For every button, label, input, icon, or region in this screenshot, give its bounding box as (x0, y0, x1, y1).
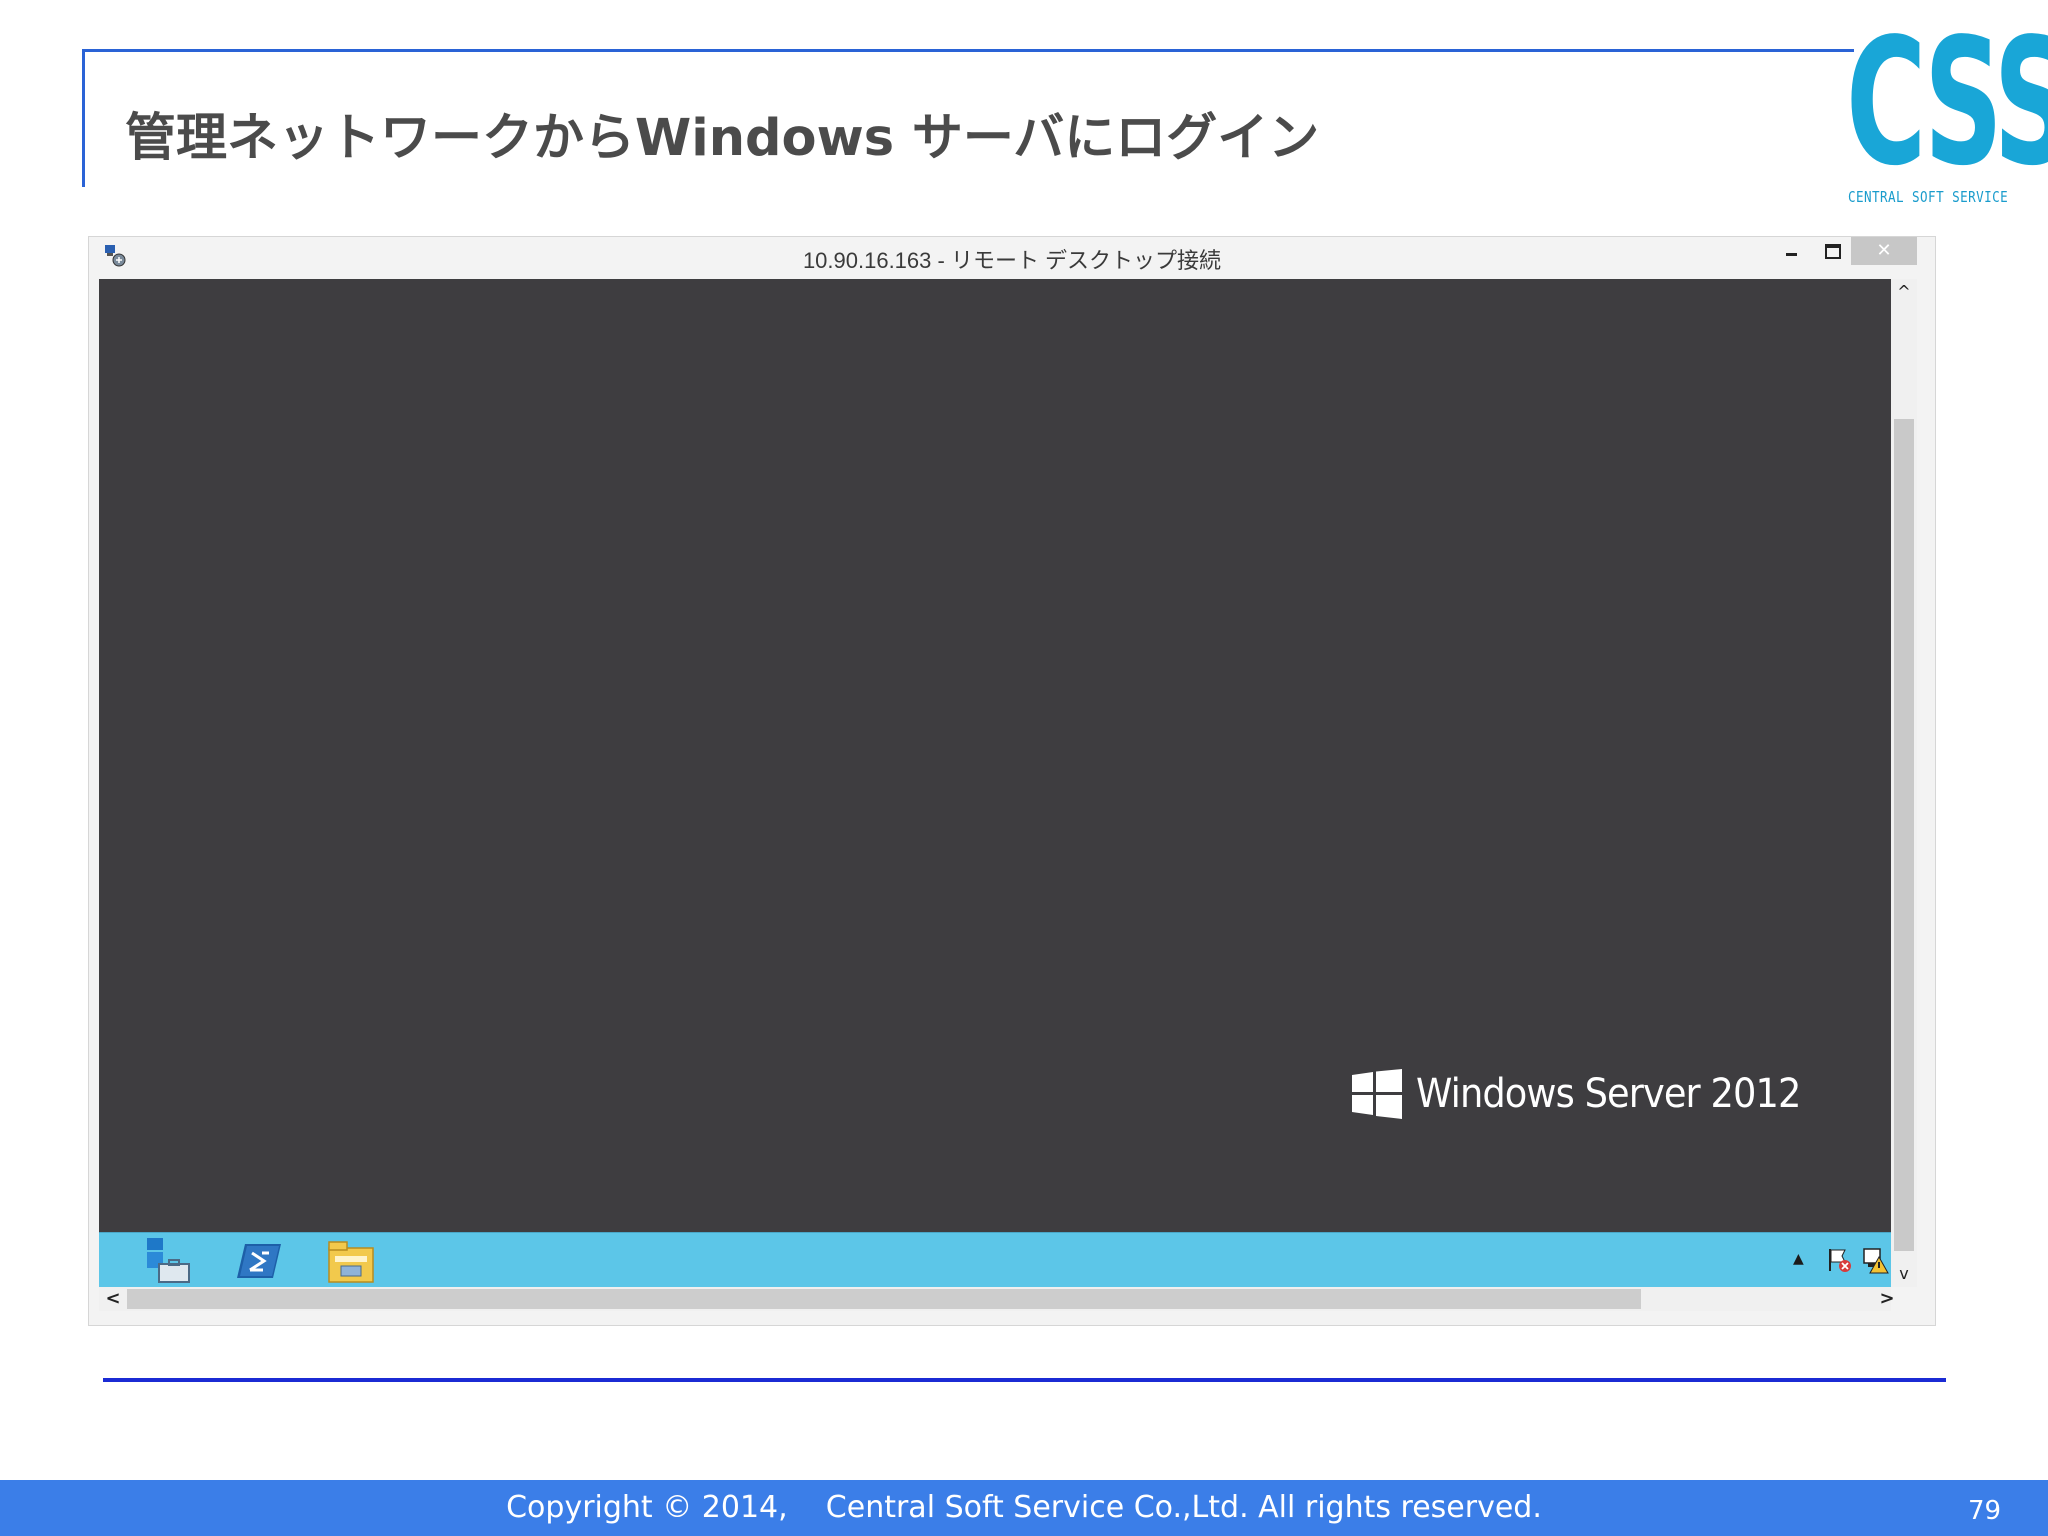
network-icon[interactable] (1861, 1245, 1889, 1275)
page-number: 79 (1968, 1496, 2002, 1526)
header-rule (84, 49, 1854, 52)
windows-logo-icon (1352, 1069, 1402, 1119)
css-logo: CSS CENTRAL SOFT SERVICE (1846, 1, 2048, 209)
file-explorer-icon[interactable] (325, 1236, 377, 1286)
maximize-button[interactable] (1809, 237, 1853, 265)
action-center-flag-icon[interactable] (1825, 1245, 1853, 1275)
slide-title: 管理ネットワークからWindows サーバにログイン (125, 109, 1320, 168)
logo-tagline: CENTRAL SOFT SERVICE (1848, 188, 2009, 206)
footer-rule (103, 1378, 1946, 1382)
copyright-text: Copyright © 2014, Central Soft Service C… (506, 1490, 1542, 1525)
footer-bar: Copyright © 2014, Central Soft Service C… (0, 1480, 2048, 1536)
logo-mark: CSS (1846, 1, 2048, 204)
horizontal-scroll-thumb[interactable] (127, 1289, 1641, 1309)
window-title: 10.90.16.163 - リモート デスクトップ接続 (802, 248, 1222, 273)
server-manager-icon[interactable] (141, 1236, 193, 1286)
scroll-down-button[interactable]: v (1891, 1261, 1917, 1287)
remote-desktop-screen[interactable]: Windows Server 2012 (99, 279, 1891, 1233)
scroll-right-button[interactable]: > (1875, 1287, 1899, 1311)
window-titlebar[interactable]: 10.90.16.163 - リモート デスクトップ接続 ✕ (89, 237, 1935, 279)
minimize-button[interactable] (1769, 237, 1813, 265)
header-left-rule (82, 49, 85, 187)
taskbar: ▲ (99, 1232, 1891, 1287)
remote-desktop-window: 10.90.16.163 - リモート デスクトップ接続 ✕ Windows S… (88, 236, 1936, 1326)
close-button[interactable]: ✕ (1851, 237, 1917, 265)
vertical-scroll-thumb[interactable] (1894, 419, 1914, 1251)
horizontal-scrollbar[interactable]: < > (99, 1287, 1895, 1311)
brand-text: Windows Server 2012 (1416, 1071, 1801, 1117)
powershell-icon[interactable] (233, 1236, 285, 1286)
scroll-left-button[interactable]: < (101, 1287, 125, 1311)
vertical-scrollbar[interactable]: ^ v (1891, 279, 1917, 1287)
scroll-up-button[interactable]: ^ (1891, 279, 1917, 305)
show-hidden-icons-button[interactable]: ▲ (1793, 1251, 1804, 1267)
windows-server-branding: Windows Server 2012 (1352, 1069, 1834, 1119)
